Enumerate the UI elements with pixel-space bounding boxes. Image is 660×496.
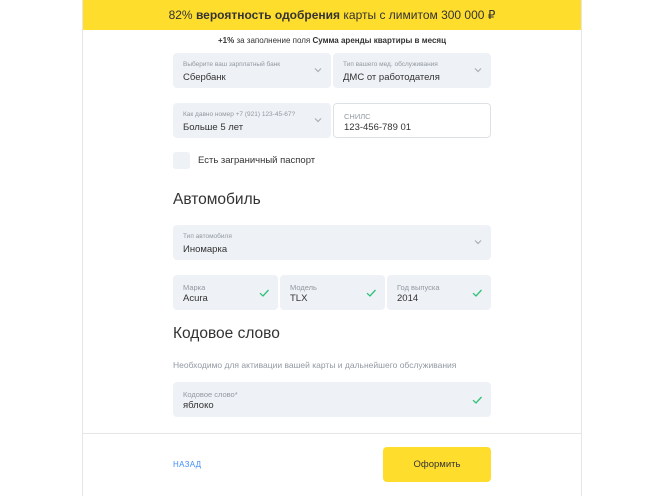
- phone-age-select[interactable]: Как давно номер +7 (921) 123-45-67? Боль…: [173, 103, 331, 138]
- chevron-down-icon: [474, 239, 482, 244]
- approval-bold-text: вероятность одобрения: [195, 8, 341, 22]
- medical-service-select[interactable]: Тип вашего мед. обслуживания ДМС от рабо…: [333, 53, 491, 88]
- bonus-hint-text: за заполнение поля: [236, 36, 311, 45]
- checkmark-icon: [472, 289, 482, 297]
- car-type-value: Иномарка: [183, 244, 228, 255]
- snils-input[interactable]: СНИЛС 123-456-789 01: [333, 103, 491, 138]
- approval-banner: 82% вероятность одобрения карты с лимито…: [83, 0, 581, 30]
- car-brand-label: Марка: [183, 283, 206, 292]
- car-brand-input[interactable]: Марка Acura: [173, 275, 278, 310]
- footer-divider: [83, 433, 581, 434]
- snils-value: 123-456-789 01: [344, 122, 412, 133]
- salary-bank-select[interactable]: Выберите ваш зарплатный банк Сбербанк: [173, 53, 331, 88]
- car-year-label: Год выпуска: [397, 283, 440, 292]
- checkmark-icon: [259, 289, 269, 297]
- car-type-label: Тип автомобиля: [183, 233, 232, 240]
- chevron-down-icon: [314, 117, 322, 122]
- car-section-title: Автомобиль: [173, 191, 261, 208]
- medical-service-value: ДМС от работодателя: [343, 72, 440, 83]
- car-model-value: TLX: [290, 293, 308, 304]
- checkbox-box[interactable]: [173, 152, 190, 169]
- bonus-hint: +1% за заполнение поля Сумма аренды квар…: [83, 36, 581, 45]
- chevron-down-icon: [474, 67, 482, 72]
- phone-age-value: Больше 5 лет: [183, 122, 244, 133]
- chevron-down-icon: [314, 67, 322, 72]
- application-form: 82% вероятность одобрения карты с лимито…: [82, 0, 582, 496]
- snils-label: СНИЛС: [344, 112, 371, 121]
- foreign-passport-label: Есть заграничный паспорт: [198, 155, 316, 166]
- submit-button[interactable]: Оформить: [383, 447, 491, 482]
- codeword-input[interactable]: Кодовое слово* яблоко: [173, 382, 491, 417]
- codeword-note: Необходимо для активации вашей карты и д…: [173, 360, 457, 370]
- medical-service-label: Тип вашего мед. обслуживания: [343, 61, 438, 68]
- back-link[interactable]: НАЗАД: [173, 460, 201, 469]
- car-type-select[interactable]: Тип автомобиля Иномарка: [173, 225, 491, 260]
- car-model-input[interactable]: Модель TLX: [280, 275, 385, 310]
- codeword-section-title: Кодовое слово: [173, 325, 280, 342]
- car-year-value: 2014: [397, 293, 419, 304]
- car-year-input[interactable]: Год выпуска 2014: [387, 275, 491, 310]
- approval-rest-text: карты с лимитом 300 000 ₽: [343, 8, 496, 22]
- bonus-hint-field: Сумма аренды квартиры в месяц: [312, 36, 446, 45]
- approval-percent: 82%: [168, 8, 193, 22]
- salary-bank-value: Сбербанк: [183, 72, 226, 83]
- checkmark-icon: [366, 289, 376, 297]
- salary-bank-label: Выберите ваш зарплатный банк: [183, 61, 281, 68]
- codeword-value: яблоко: [183, 400, 214, 411]
- car-model-label: Модель: [290, 283, 317, 292]
- phone-age-label: Как давно номер +7 (921) 123-45-67?: [183, 111, 296, 118]
- bonus-percent: +1%: [217, 36, 235, 45]
- checkmark-icon: [472, 396, 482, 404]
- car-brand-value: Acura: [183, 293, 208, 304]
- codeword-label: Кодовое слово*: [183, 390, 238, 399]
